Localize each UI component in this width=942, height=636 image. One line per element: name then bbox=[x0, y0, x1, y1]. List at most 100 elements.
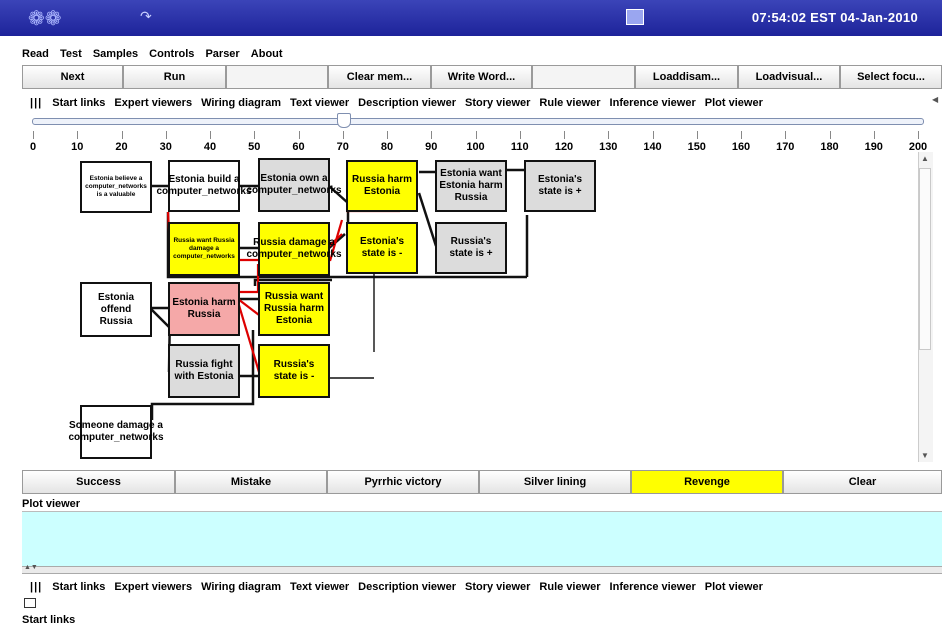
mistake-button[interactable]: Mistake bbox=[175, 470, 327, 494]
blank-button-2[interactable] bbox=[532, 65, 635, 89]
event-node[interactable]: Estonia build a computer_networks bbox=[157, 160, 252, 212]
event-node[interactable]: Estonia harm Russia bbox=[168, 282, 240, 336]
event-node[interactable]: Estonia's state is + bbox=[524, 160, 596, 212]
success-button[interactable]: Success bbox=[22, 470, 175, 494]
paw-icon[interactable]: ❁❁ bbox=[28, 6, 62, 31]
menu-read[interactable]: Read bbox=[22, 48, 49, 60]
write-word-button[interactable]: Write Word... bbox=[431, 65, 532, 89]
tab-start-links[interactable]: Start links bbox=[52, 97, 105, 109]
scroll-left-icon[interactable]: ◀ bbox=[932, 95, 938, 104]
tab-rule-viewer[interactable]: Rule viewer bbox=[539, 581, 600, 593]
slider-tick bbox=[165, 131, 167, 139]
event-node[interactable]: Estonia own a computer_networks bbox=[246, 158, 342, 212]
slider-tick bbox=[873, 131, 875, 139]
tab-story-viewer[interactable]: Story viewer bbox=[465, 581, 530, 593]
tab-text-viewer[interactable]: Text viewer bbox=[290, 581, 349, 593]
tab-expert-viewers[interactable]: Expert viewers bbox=[114, 581, 192, 593]
tab-text-viewer[interactable]: Text viewer bbox=[290, 97, 349, 109]
menu-test[interactable]: Test bbox=[60, 48, 82, 60]
slider-tick bbox=[210, 131, 211, 139]
event-node[interactable]: Russia harm Estonia bbox=[346, 160, 418, 212]
slider-tick bbox=[519, 131, 521, 139]
slider-tick bbox=[741, 131, 742, 139]
tab-wiring-diagram[interactable]: Wiring diagram bbox=[201, 581, 281, 593]
menu-controls[interactable]: Controls bbox=[149, 48, 194, 60]
menu-about[interactable]: About bbox=[251, 48, 283, 60]
link bbox=[149, 307, 171, 329]
tab-description-viewer[interactable]: Description viewer bbox=[358, 581, 456, 593]
slider-tick bbox=[342, 131, 344, 139]
plot-viewer-label: Plot viewer bbox=[22, 498, 81, 510]
tab-start-links[interactable]: Start links bbox=[52, 581, 105, 593]
tab-inference-viewer[interactable]: Inference viewer bbox=[610, 97, 696, 109]
panel-icon[interactable] bbox=[24, 598, 36, 608]
next-button[interactable]: Next bbox=[22, 65, 123, 89]
event-node[interactable]: Russia fight with Estonia bbox=[168, 344, 240, 398]
menu-parser[interactable]: Parser bbox=[205, 48, 239, 60]
clear-button[interactable]: Clear bbox=[783, 470, 942, 494]
link bbox=[417, 192, 438, 247]
event-node[interactable]: Russia's state is - bbox=[258, 344, 330, 398]
slider-tick bbox=[652, 131, 654, 139]
slider-tick bbox=[254, 131, 256, 139]
event-node[interactable]: Estonia offend Russia bbox=[80, 282, 152, 337]
menu-samples[interactable]: Samples bbox=[93, 48, 138, 60]
bottom-viewer-tab-bar: ||| Start links Expert viewers Wiring di… bbox=[22, 577, 936, 597]
revenge-button[interactable]: Revenge bbox=[631, 470, 783, 494]
grip-icon[interactable]: ||| bbox=[30, 581, 42, 593]
run-button[interactable]: Run bbox=[123, 65, 226, 89]
scroll-up-icon[interactable]: ▲ bbox=[921, 154, 929, 163]
load-disambiguation-button[interactable]: Loaddisam... bbox=[635, 65, 738, 89]
toolbar: Next Run Clear mem... Write Word... Load… bbox=[22, 65, 942, 89]
tab-wiring-diagram[interactable]: Wiring diagram bbox=[201, 97, 281, 109]
slider-tick bbox=[387, 131, 388, 139]
load-visual-button[interactable]: Loadvisual... bbox=[738, 65, 840, 89]
tab-plot-viewer[interactable]: Plot viewer bbox=[705, 581, 763, 593]
event-node[interactable]: Russia want Russia damage a computer_net… bbox=[168, 222, 240, 276]
plot-viewer-area[interactable] bbox=[22, 511, 942, 567]
split-pane-divider[interactable] bbox=[22, 566, 942, 574]
system-icon[interactable] bbox=[626, 9, 644, 25]
start-links-label: Start links bbox=[22, 614, 76, 626]
tab-expert-viewers[interactable]: Expert viewers bbox=[114, 97, 192, 109]
tab-inference-viewer[interactable]: Inference viewer bbox=[610, 581, 696, 593]
event-node[interactable]: Someone damage a computer_networks bbox=[68, 405, 164, 459]
slider-tick bbox=[608, 131, 610, 139]
event-node[interactable]: Russia want Russia harm Estonia bbox=[258, 282, 330, 336]
system-bar: ❁❁ ↷ 07:54:02 EST 04-Jan-2010 bbox=[0, 0, 942, 36]
outcome-buttons: Success Mistake Pyrrhic victory Silver l… bbox=[22, 470, 942, 494]
time-slider-track[interactable] bbox=[32, 118, 924, 125]
pyrrhic-victory-button[interactable]: Pyrrhic victory bbox=[327, 470, 479, 494]
slider-tick bbox=[431, 131, 433, 139]
time-slider-thumb[interactable] bbox=[336, 113, 351, 128]
event-node[interactable]: Estonia believe a computer_networks is a… bbox=[80, 161, 152, 213]
scrollbar-thumb[interactable] bbox=[919, 168, 931, 350]
tab-story-viewer[interactable]: Story viewer bbox=[465, 97, 530, 109]
tab-rule-viewer[interactable]: Rule viewer bbox=[539, 97, 600, 109]
slider-tick bbox=[918, 131, 919, 139]
clock: 07:54:02 EST 04-Jan-2010 bbox=[751, 10, 918, 25]
slider-tick bbox=[829, 131, 831, 139]
event-node[interactable]: Russia's state is + bbox=[435, 222, 507, 274]
slider-tick bbox=[696, 131, 698, 139]
menu-bar: Read Test Samples Controls Parser About bbox=[22, 48, 291, 64]
silver-lining-button[interactable]: Silver lining bbox=[479, 470, 631, 494]
grip-icon[interactable]: ||| bbox=[30, 97, 42, 109]
slider-tick bbox=[475, 131, 477, 139]
select-focus-button[interactable]: Select focu... bbox=[840, 65, 942, 89]
tab-description-viewer[interactable]: Description viewer bbox=[358, 97, 456, 109]
event-node[interactable]: Russia damage a computer_networks bbox=[246, 222, 342, 276]
event-node[interactable]: Estonia want Estonia harm Russia bbox=[435, 160, 507, 212]
event-node[interactable]: Estonia's state is - bbox=[346, 222, 418, 274]
arrow-icon[interactable]: ↷ bbox=[140, 8, 152, 25]
slider-tick bbox=[121, 131, 123, 139]
divider-arrows-icon[interactable]: ▲▼ bbox=[24, 564, 38, 571]
slider-tick bbox=[564, 131, 565, 139]
slider-tick bbox=[785, 131, 787, 139]
tab-plot-viewer[interactable]: Plot viewer bbox=[705, 97, 763, 109]
clear-memory-button[interactable]: Clear mem... bbox=[328, 65, 431, 89]
story-diagram-canvas[interactable]: Estonia believe a computer_networks is a… bbox=[22, 152, 920, 462]
slider-tick bbox=[33, 131, 34, 139]
blank-button-1[interactable] bbox=[226, 65, 328, 89]
scroll-down-icon[interactable]: ▼ bbox=[921, 451, 929, 460]
